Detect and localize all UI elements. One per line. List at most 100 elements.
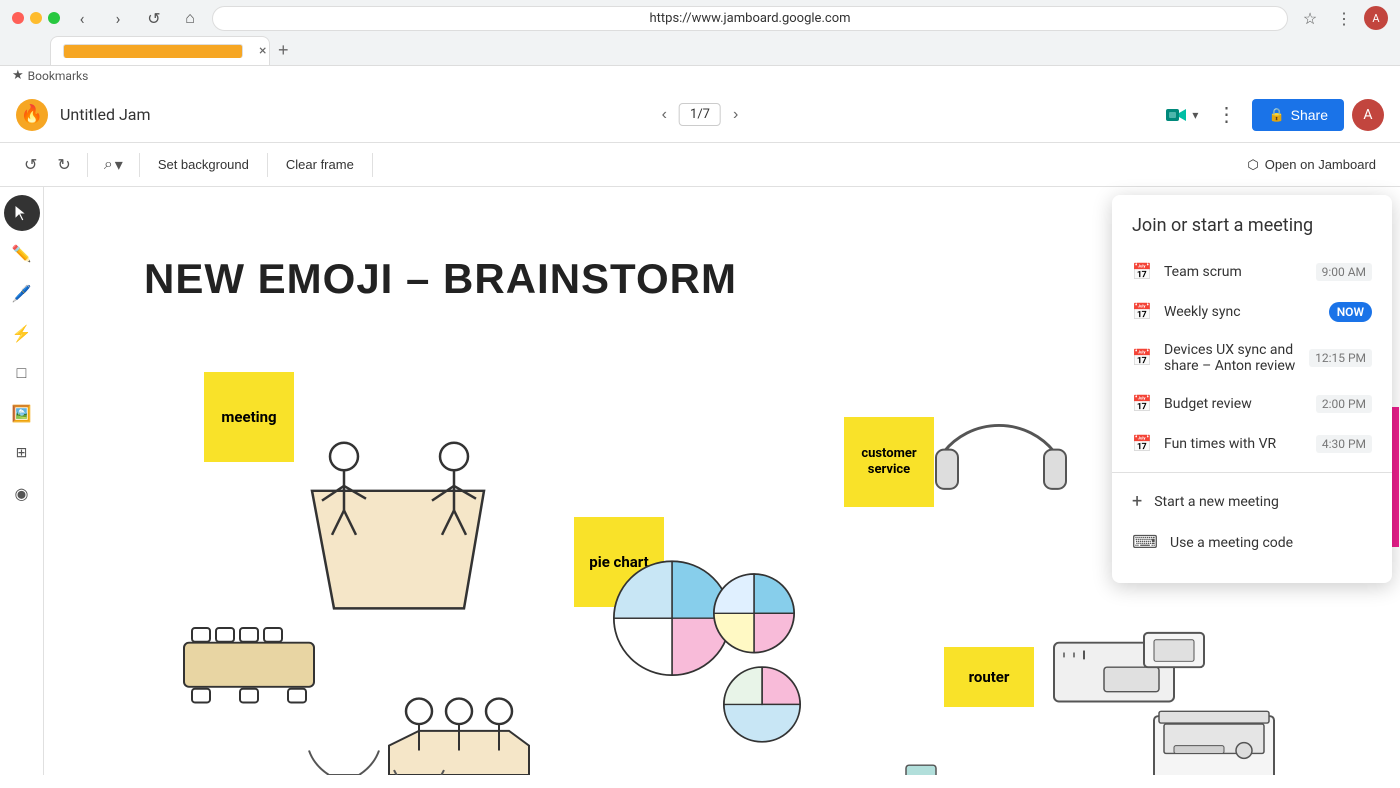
meeting-name-4: Budget review <box>1164 396 1316 412</box>
app-header: 🔥 Untitled Jam ‹ 1/7 › ▾ ⋮ 🔒 Share A <box>0 87 1400 143</box>
cursor-icon <box>12 203 32 223</box>
calendar-icon-3: 📅 <box>1132 348 1152 368</box>
calendar-icon-4: 📅 <box>1132 394 1152 414</box>
zoom-button[interactable]: ⌕ ▾ <box>96 151 131 179</box>
meeting-now-badge: NOW <box>1329 302 1372 322</box>
meeting-panel-title: Join or start a meeting <box>1112 215 1392 252</box>
main-content: ✏️ 🖊️ ⚡ □ 🖼️ ⊞ ◉ NEW EMOJI – BRAINSTORM … <box>0 187 1400 775</box>
use-meeting-code-action[interactable]: ⌨ Use a meeting code <box>1112 522 1392 563</box>
sticky-note-router[interactable]: router <box>944 647 1034 707</box>
meeting-code-label: Use a meeting code <box>1170 535 1293 551</box>
meeting-time-3: 12:15 PM <box>1309 349 1372 367</box>
meeting-divider <box>1112 472 1392 473</box>
toolbar-separator-1 <box>87 153 88 177</box>
close-window[interactable] <box>12 12 24 24</box>
meeting-name-2: Weekly sync <box>1164 304 1329 320</box>
meeting-time-4: 2:00 PM <box>1316 395 1372 413</box>
meeting-name-3: Devices UX sync and share – Anton review <box>1164 342 1309 374</box>
frame-navigation: ‹ 1/7 › <box>654 102 747 128</box>
sticky-note-meeting[interactable]: meeting <box>204 372 294 462</box>
new-tab-button[interactable]: + <box>270 36 297 65</box>
header-actions: ▾ ⋮ 🔒 Share A <box>1162 97 1384 133</box>
more-options-button[interactable]: ⋮ <box>1208 97 1244 133</box>
meeting-time-5: 4:30 PM <box>1316 435 1372 453</box>
image-tool[interactable]: 🖼️ <box>4 395 40 431</box>
active-tab[interactable]: Jam file name × <box>50 36 270 65</box>
plus-icon: + <box>1132 491 1142 512</box>
clear-frame-button[interactable]: Clear frame <box>276 153 364 176</box>
frame-indicator: 1/7 <box>679 103 721 126</box>
toolbar: ↺ ↻ ⌕ ▾ Set background Clear frame ⬡ Ope… <box>0 143 1400 187</box>
canvas-title: NEW EMOJI – BRAINSTORM <box>144 255 737 303</box>
meet-icon <box>1164 103 1188 127</box>
meet-button[interactable]: ▾ <box>1162 103 1200 127</box>
left-sidebar: ✏️ 🖊️ ⚡ □ 🖼️ ⊞ ◉ <box>0 187 44 775</box>
meeting-item-info-1: Team scrum <box>1164 264 1316 280</box>
calendar-icon-5: 📅 <box>1132 434 1152 454</box>
tab-close-button[interactable]: × <box>259 43 266 59</box>
sticky-note-customer-service[interactable]: customer service <box>844 417 934 507</box>
meeting-item-fun-times-vr[interactable]: 📅 Fun times with VR 4:30 PM <box>1112 424 1392 464</box>
toolbar-separator-2 <box>139 153 140 177</box>
marker-tool[interactable]: 🖊️ <box>4 275 40 311</box>
extensions-button[interactable]: ⋮ <box>1330 4 1358 32</box>
next-frame-button[interactable]: › <box>725 102 746 128</box>
calendar-icon-1: 📅 <box>1132 262 1152 282</box>
meeting-item-info-5: Fun times with VR <box>1164 436 1316 452</box>
toolbar-separator-4 <box>372 153 373 177</box>
keyboard-icon: ⌨ <box>1132 532 1158 553</box>
bookmarks-star-icon: ★ <box>12 68 24 83</box>
back-button[interactable]: ‹ <box>68 4 96 32</box>
open-on-jamboard-label: Open on Jamboard <box>1265 157 1376 172</box>
share-label: Share <box>1291 107 1328 123</box>
home-button[interactable]: ⌂ <box>176 4 204 32</box>
meeting-item-budget-review[interactable]: 📅 Budget review 2:00 PM <box>1112 384 1392 424</box>
prev-frame-button[interactable]: ‹ <box>654 102 675 128</box>
sticky-note-tool[interactable]: □ <box>4 355 40 391</box>
template-tool[interactable]: ⊞ <box>4 435 40 471</box>
start-new-meeting-action[interactable]: + Start a new meeting <box>1112 481 1392 522</box>
maximize-window[interactable] <box>48 12 60 24</box>
logo-icon: 🔥 <box>21 104 43 125</box>
meeting-name-5: Fun times with VR <box>1164 436 1316 452</box>
more-tools[interactable]: ◉ <box>4 475 40 511</box>
open-icon: ⬡ <box>1247 157 1258 173</box>
sticky-note-pie-chart[interactable]: pie chart <box>574 517 664 607</box>
meeting-item-info-2: Weekly sync <box>1164 304 1329 320</box>
undo-button[interactable]: ↺ <box>16 151 45 179</box>
zoom-chevron-icon: ▾ <box>115 155 123 175</box>
bookmarks-label[interactable]: Bookmarks <box>28 69 89 83</box>
set-background-button[interactable]: Set background <box>148 153 259 176</box>
meeting-time-1: 9:00 AM <box>1316 263 1372 281</box>
user-avatar[interactable]: A <box>1352 99 1384 131</box>
address-bar[interactable]: https://www.jamboard.google.com <box>212 6 1288 31</box>
meeting-item-team-scrum[interactable]: 📅 Team scrum 9:00 AM <box>1112 252 1392 292</box>
meeting-item-info-4: Budget review <box>1164 396 1316 412</box>
redo-button[interactable]: ↻ <box>49 151 78 179</box>
minimize-window[interactable] <box>30 12 42 24</box>
eraser-tool[interactable]: ⚡ <box>4 315 40 351</box>
pen-tool[interactable]: ✏️ <box>4 235 40 271</box>
zoom-icon: ⌕ <box>104 156 113 174</box>
app-logo: 🔥 <box>16 99 48 131</box>
forward-button[interactable]: › <box>104 4 132 32</box>
meeting-item-devices-ux[interactable]: 📅 Devices UX sync and share – Anton revi… <box>1112 332 1392 384</box>
toolbar-separator-3 <box>267 153 268 177</box>
meeting-item-weekly-sync[interactable]: 📅 Weekly sync NOW <box>1112 292 1392 332</box>
select-tool[interactable] <box>4 195 40 231</box>
lock-icon: 🔒 <box>1268 107 1284 123</box>
browser-chrome: ‹ › ↺ ⌂ https://www.jamboard.google.com … <box>0 0 1400 66</box>
window-controls <box>12 12 60 24</box>
profile-avatar[interactable]: A <box>1364 6 1388 30</box>
open-on-jamboard-button[interactable]: ⬡ Open on Jamboard <box>1239 153 1384 177</box>
reload-button[interactable]: ↺ <box>140 4 168 32</box>
bookmarks-bar: ★ Bookmarks <box>0 66 1400 87</box>
bookmark-button[interactable]: ☆ <box>1296 4 1324 32</box>
share-button[interactable]: 🔒 Share <box>1252 99 1344 131</box>
meeting-name-1: Team scrum <box>1164 264 1316 280</box>
calendar-icon-2: 📅 <box>1132 302 1152 322</box>
start-meeting-label: Start a new meeting <box>1154 494 1279 510</box>
meeting-item-info-3: Devices UX sync and share – Anton review <box>1164 342 1309 374</box>
app-title: Untitled Jam <box>60 105 1162 124</box>
meet-chevron-icon: ▾ <box>1192 108 1198 122</box>
